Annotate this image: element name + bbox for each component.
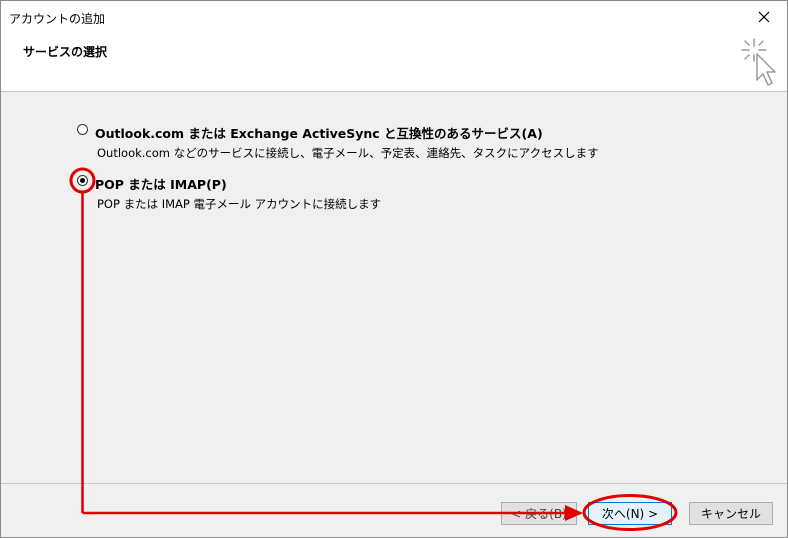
next-button[interactable]: 次へ(N) > (588, 502, 672, 525)
window-title: アカウントの追加 (9, 12, 106, 26)
wizard-content: Outlook.com または Exchange ActiveSync と互換性… (1, 92, 787, 482)
radio-outlook-exchange[interactable] (77, 124, 88, 135)
back-button[interactable]: < 戻る(B) (501, 502, 577, 525)
close-button[interactable] (741, 1, 787, 33)
page-title: サービスの選択 (23, 45, 108, 59)
cancel-button[interactable]: キャンセル (689, 502, 773, 525)
option-label: Outlook.com または Exchange ActiveSync と互換性… (95, 126, 543, 141)
footer-divider (1, 483, 787, 484)
title-bar: アカウントの追加 (1, 1, 787, 33)
option-label: POP または IMAP(P) (95, 177, 227, 192)
close-icon (758, 11, 770, 23)
wizard-cursor-sparkle-icon (741, 38, 776, 86)
wizard-header: サービスの選択 (1, 33, 787, 92)
radio-pop-imap[interactable] (77, 175, 88, 186)
add-account-dialog: アカウントの追加 サービスの選択 Outlook.com または Exchang… (0, 0, 788, 538)
option-description: Outlook.com などのサービスに接続し、電子メール、予定表、連絡先、タス… (97, 146, 599, 160)
option-description: POP または IMAP 電子メール アカウントに接続します (97, 197, 382, 211)
